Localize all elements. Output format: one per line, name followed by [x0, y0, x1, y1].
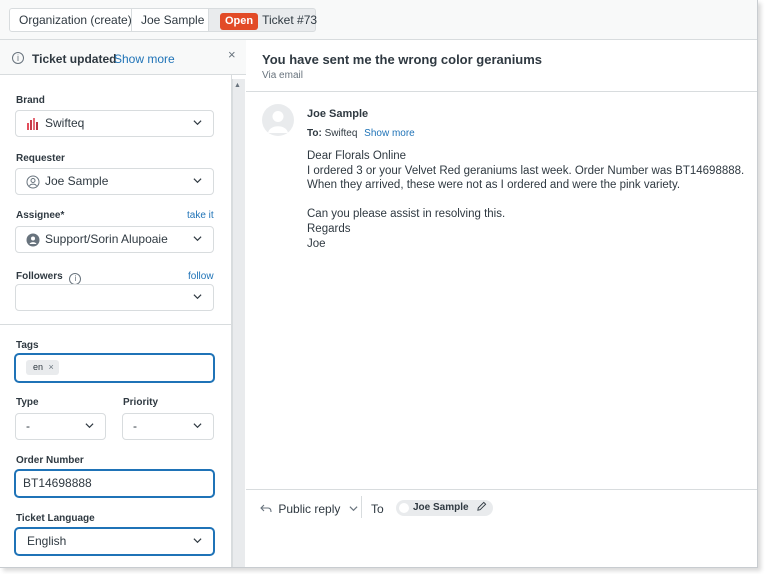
chevron-down-icon: [193, 120, 202, 126]
divider: [246, 91, 757, 92]
order-number-input[interactable]: BT14698888: [15, 470, 214, 497]
tag-label: en: [33, 362, 44, 372]
brand-value: Swifteq: [45, 116, 85, 130]
ticket-language-value: English: [27, 534, 67, 548]
type-value: -: [26, 419, 30, 433]
divider: [246, 489, 757, 490]
avatar[interactable]: [262, 104, 294, 136]
notice-text: Ticket updated: [32, 52, 117, 66]
order-number-label: Order Number: [16, 455, 84, 466]
followers-select[interactable]: [15, 284, 214, 311]
requester-select[interactable]: Joe Sample: [15, 168, 214, 195]
assignee-select[interactable]: Support/Sorin Alupoaie: [15, 226, 214, 253]
tags-input[interactable]: en ×: [15, 354, 214, 382]
status-badge: Open: [220, 13, 259, 30]
follow-link[interactable]: follow: [188, 271, 214, 282]
ticket-language-select[interactable]: English: [15, 528, 214, 555]
followers-label-text: Followers: [16, 271, 63, 282]
recipient-line: To: Swifteq Show more: [307, 128, 415, 139]
reply-mode-selector[interactable]: Public reply: [260, 502, 358, 516]
conversation-pane: You have sent me the wrong color geraniu…: [246, 40, 757, 567]
tab-label: Organization (create): [19, 13, 132, 27]
scrollbar[interactable]: [232, 79, 245, 567]
brand-select[interactable]: Swifteq: [15, 110, 214, 137]
priority-label: Priority: [123, 397, 159, 408]
divider: [361, 496, 362, 518]
show-more-link[interactable]: Show more: [114, 52, 175, 66]
type-label: Type: [16, 397, 39, 408]
recipient-value: Swifteq: [324, 128, 358, 139]
message-line: When they arrived, these were not as I o…: [307, 179, 681, 192]
brand-logo-icon: [27, 118, 38, 130]
tab-label: Joe Sample: [141, 13, 205, 27]
info-icon: i: [12, 52, 24, 64]
tab-bar: Organization (create) Joe Sample Open Tic…: [0, 0, 757, 40]
reply-icon: [260, 504, 272, 513]
priority-value: -: [133, 419, 137, 433]
agent-avatar-icon: [26, 233, 40, 247]
section-divider: [0, 324, 232, 325]
tab-label: Ticket #73: [262, 13, 318, 27]
priority-select[interactable]: -: [122, 413, 214, 440]
message-line: Joe: [307, 237, 326, 250]
ticket-updated-notice: i Ticket updated Show more ×: [0, 40, 246, 75]
avatar: [399, 503, 409, 513]
remove-tag-icon[interactable]: ×: [49, 362, 54, 372]
tab-organization[interactable]: Organization (create): [9, 8, 132, 32]
sender-name[interactable]: Joe Sample: [307, 108, 368, 120]
chevron-down-icon: [193, 236, 202, 242]
message-body: Dear Florals Online I ordered 3 or your …: [307, 149, 744, 251]
to-label: To:: [307, 128, 322, 139]
ticket-language-label: Ticket Language: [16, 513, 95, 524]
app-window: Organization (create) Joe Sample Open Tic…: [0, 0, 758, 568]
message-line: Can you please assist in resolving this.: [307, 208, 506, 221]
reply-mode-label: Public reply: [278, 502, 341, 516]
chevron-down-icon: [193, 294, 202, 300]
message-line: Regards: [307, 222, 351, 235]
pencil-icon[interactable]: [476, 501, 487, 512]
type-select[interactable]: -: [15, 413, 106, 440]
show-more-link[interactable]: Show more: [364, 128, 415, 139]
chevron-down-icon: [193, 538, 202, 544]
order-number-value: BT14698888: [23, 476, 92, 490]
chevron-down-icon: [349, 506, 358, 512]
chevron-down-icon: [193, 178, 202, 184]
tag-chip: en ×: [26, 360, 59, 375]
user-icon: [26, 175, 40, 189]
ticket-properties-panel: i Ticket updated Show more × Brand Swift…: [0, 40, 246, 567]
tab-user[interactable]: Joe Sample: [131, 8, 209, 32]
chevron-down-icon: [85, 423, 94, 429]
recipient-chip[interactable]: Joe Sample: [396, 500, 494, 516]
requester-label: Requester: [16, 153, 65, 164]
ticket-subject: You have sent me the wrong color geraniu…: [262, 52, 543, 67]
message-line: [307, 193, 744, 208]
chevron-down-icon: [193, 423, 202, 429]
tags-label: Tags: [16, 340, 39, 351]
assignee-label: Assignee*: [16, 210, 65, 221]
recipient-name: Joe Sample: [413, 502, 469, 513]
close-icon[interactable]: ×: [228, 47, 236, 62]
followers-label: Followers i: [16, 271, 82, 285]
brand-label: Brand: [16, 95, 45, 106]
reply-to-label: To: [371, 502, 384, 516]
user-avatar-icon: [268, 111, 288, 133]
channel-label: Via email: [262, 70, 303, 81]
scroll-up-icon[interactable]: ▲: [234, 82, 241, 89]
take-it-link[interactable]: take it: [187, 210, 214, 221]
assignee-value: Support/Sorin Alupoaie: [45, 232, 168, 246]
message-line: Dear Florals Online: [307, 150, 407, 162]
requester-value: Joe Sample: [45, 174, 109, 188]
message-line: I ordered 3 or your Velvet Red geraniums…: [307, 164, 745, 177]
tab-ticket[interactable]: Open Ticket #73: [208, 8, 318, 32]
